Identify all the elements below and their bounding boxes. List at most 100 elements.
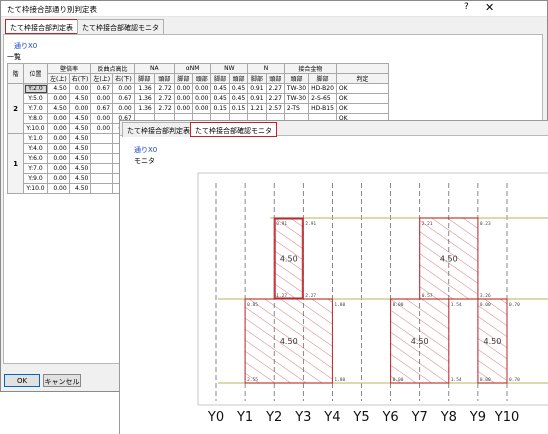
axis-label-y10: Y10 (494, 410, 519, 425)
value-cell: 0.00 (47, 93, 70, 104)
value-cell: 4.50 (68, 93, 92, 104)
value-cell: 0.45 (228, 93, 249, 104)
judge-cell: OK (335, 103, 389, 114)
axis-label-y1: Y1 (236, 410, 253, 425)
position-cell[interactable]: Y:5.0 (23, 93, 48, 104)
value-cell: 0.15 (228, 103, 249, 114)
title-bar[interactable]: たて枠接合部通り別判定表 ? ✕ (1, 1, 547, 17)
position-cell[interactable]: Y:1.0 (23, 133, 48, 144)
wall-rate-label: 4.50 (280, 337, 298, 346)
table-row[interactable]: 2 Y:2.0 4.50 0.00 0.67 0.00 1.36 2.72 0.00 0.00 0.… (7, 83, 465, 134)
corner-force-label: 0.57 (422, 293, 433, 299)
tab-check-monitor[interactable]: たて枠接合部確認モニタ (77, 19, 164, 34)
position-cell[interactable]: Y:10.0 (23, 123, 48, 134)
value-cell (90, 133, 114, 144)
position-cell[interactable]: Y:2.0 (23, 83, 48, 94)
value-cell: 0.45 (210, 93, 230, 104)
value-cell: 0.00 (47, 123, 70, 134)
value-cell: 0.67 (112, 93, 135, 104)
axis-label-y4: Y4 (323, 410, 340, 425)
tab-judgement-table[interactable]: たて枠接合部判定表 (5, 19, 78, 34)
value-cell: 0.00 (47, 113, 70, 124)
floor-cell: 1 (7, 133, 24, 194)
value-cell: 0.00 (68, 103, 92, 114)
value-cell: 0.00 (90, 123, 114, 134)
column-subheader: 頭部 (283, 73, 310, 84)
value-cell: 0.00 (112, 83, 135, 94)
corner-force-label: 2.21 (422, 221, 433, 227)
value-cell: 2.72 (153, 83, 175, 94)
corner-force-label: 1.80 (334, 302, 345, 308)
value-cell: 2.72 (153, 103, 175, 114)
value-cell: 0.91 (247, 83, 267, 94)
list-label: 一覧 (7, 53, 21, 61)
foot-hardware-cell: HD-B20 (308, 83, 337, 94)
position-cell[interactable]: Y:7.0 (23, 103, 48, 114)
column-subheader: 脚部 (173, 73, 194, 84)
column-subheader: 頭部 (153, 73, 175, 84)
position-cell[interactable]: Y:4.0 (23, 143, 48, 154)
cancel-button[interactable]: キャンセル (43, 374, 81, 387)
position-cell[interactable]: Y:10.0 (23, 183, 48, 194)
value-cell: 4.50 (68, 173, 92, 184)
value-cell: 4.50 (68, 113, 92, 124)
value-cell: 4.50 (68, 123, 92, 134)
axis-link[interactable]: 通りX0 (14, 41, 37, 51)
value-cell: 4.50 (68, 183, 92, 194)
corner-force-label: 1.80 (334, 377, 345, 383)
value-cell: 0.00 (173, 93, 194, 104)
value-cell: 0.00 (173, 83, 194, 94)
position-cell[interactable]: Y:8.0 (23, 113, 48, 124)
help-button[interactable]: ? (464, 2, 469, 12)
value-cell: 1.36 (133, 83, 155, 94)
value-cell (90, 153, 114, 164)
column-subheader: 頭部 (265, 73, 285, 84)
table-row[interactable]: Y:7.0 4.50 0.00 0.67 0.00 1.36 2.72 0.00 0.00 0.1… (8, 103, 465, 114)
corner-force-label: 0.00 (393, 377, 404, 383)
column-subheader: 脚部 (133, 73, 155, 84)
position-cell[interactable]: Y:6.0 (23, 153, 48, 164)
tab-bar: たて枠接合部判定表 たて枠接合部確認モニタ (3, 19, 543, 34)
wall-rate-label: 4.50 (280, 255, 298, 264)
column-subheader: 左(上) (90, 73, 114, 84)
column-subheader: 頭部 (192, 73, 212, 84)
axis-label-y2: Y2 (265, 410, 282, 425)
ok-button[interactable]: OK (4, 374, 40, 387)
column-subheader: 左(上) (47, 73, 70, 84)
wall-rate-label: 4.50 (440, 255, 458, 264)
table-header-row: 階位置 壁倍率 反曲点高比 NA αNM NW N 接合金物 (7, 63, 465, 84)
window-title: たて枠接合部通り別判定表 (7, 5, 97, 14)
position-cell[interactable]: Y:7.0 (23, 163, 48, 174)
table-row[interactable]: Y:5.0 0.00 4.50 0.00 0.67 1.36 2.72 0.00 0.00 0.4… (8, 93, 465, 104)
column-subheader: 脚部 (247, 73, 267, 84)
column-header: αNM (173, 63, 212, 74)
column-header: NA (133, 63, 175, 74)
wall-elevation-diagram[interactable]: 4.500.91 2.911.27 2.274.502.21 0.230.57 3.26… (120, 121, 548, 434)
floor-cell: 2 (7, 83, 24, 134)
value-cell: 4.50 (68, 133, 92, 144)
value-cell: 0.00 (192, 93, 212, 104)
corner-force-label: 0.00 (393, 302, 404, 308)
column-header: N (247, 63, 285, 74)
corner-force-label: 2.27 (305, 293, 316, 299)
value-cell: 0.15 (210, 103, 230, 114)
close-button[interactable]: ✕ (485, 1, 494, 14)
foot-hardware-cell: HD-B15 (308, 103, 337, 114)
value-cell: 0.00 (68, 83, 92, 94)
value-cell: 0.00 (90, 93, 114, 104)
judge-cell: OK (335, 93, 389, 104)
value-cell: 0.00 (112, 103, 135, 114)
position-cell[interactable]: Y:9.0 (23, 173, 48, 184)
axis-label-y0: Y0 (207, 410, 224, 425)
value-cell (90, 143, 114, 154)
value-cell (90, 183, 114, 194)
corner-force-label: 0.70 (509, 377, 520, 383)
value-cell: 4.50 (68, 153, 92, 164)
corner-force-label: 2.55 (247, 377, 258, 383)
value-cell: 0.00 (192, 83, 212, 94)
judge-cell: OK (335, 83, 389, 94)
value-cell: 2.72 (153, 93, 175, 104)
value-cell: 2.27 (265, 83, 285, 94)
column-subheader: 右(下) (112, 73, 135, 84)
column-subheader: 判定 (335, 73, 389, 84)
